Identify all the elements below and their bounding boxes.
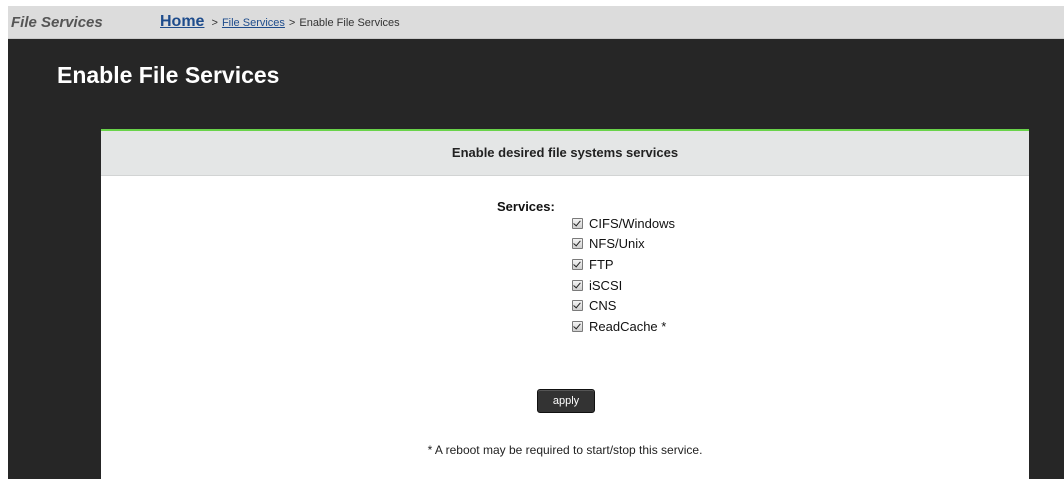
cns-checkbox[interactable] [572, 300, 583, 312]
service-item-cifs: CIFS/Windows [572, 213, 675, 234]
iscsi-checkbox[interactable] [572, 279, 583, 291]
breadcrumb: Home > File Services > Enable File Services [160, 13, 400, 31]
breadcrumb-home-link[interactable]: Home [160, 13, 204, 30]
breadcrumb-separator: > [288, 17, 296, 29]
breadcrumb-file-services-link[interactable]: File Services [222, 17, 285, 29]
panel-header: Enable desired file systems services [101, 131, 1029, 176]
nfs-checkbox[interactable] [572, 238, 583, 250]
top-bar: File Services Home > File Services > Enable… [8, 6, 1064, 39]
service-item-cns: CNS [572, 295, 675, 316]
ftp-checkbox[interactable] [572, 258, 583, 270]
service-item-nfs: NFS/Unix [572, 234, 675, 255]
reboot-note: * A reboot may be required to start/stop… [427, 443, 703, 457]
service-item-ftp: FTP [572, 254, 675, 275]
services-list: CIFS/Windows NFS/Unix FTP iSCSI CNS Read… [572, 213, 675, 337]
service-label: FTP [589, 256, 614, 272]
app-frame: File Services Home > File Services > Enable… [8, 6, 1064, 481]
readcache-checkbox[interactable] [572, 320, 583, 332]
service-label: ReadCache * [589, 318, 667, 334]
cifs-checkbox[interactable] [572, 217, 583, 229]
services-label: Services: [497, 199, 555, 214]
service-label: CNS [589, 298, 617, 314]
breadcrumb-separator: > [211, 17, 218, 29]
service-item-readcache: ReadCache * [572, 316, 675, 337]
section-title: File Services [11, 14, 103, 31]
page-title: Enable File Services [57, 62, 280, 88]
services-panel: Enable desired file systems services Ser… [101, 129, 1029, 481]
breadcrumb-current: Enable File Services [299, 17, 400, 29]
service-label: CIFS/Windows [589, 215, 675, 231]
service-label: iSCSI [589, 277, 623, 293]
service-label: NFS/Unix [589, 236, 645, 252]
service-item-iscsi: iSCSI [572, 275, 675, 296]
apply-button[interactable]: apply [537, 389, 595, 413]
